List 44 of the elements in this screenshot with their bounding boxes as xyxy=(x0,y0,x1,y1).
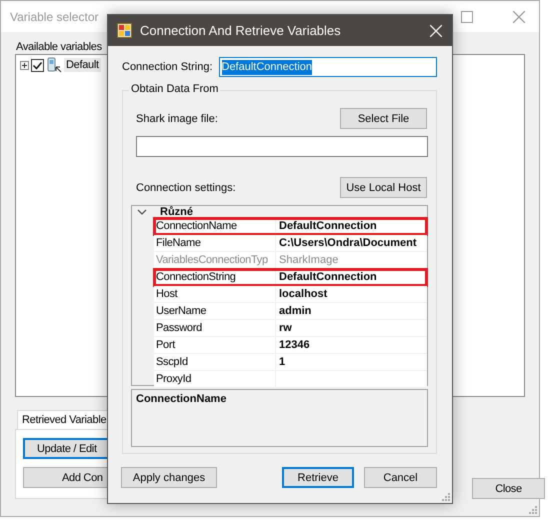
use-local-host-button[interactable]: Use Local Host xyxy=(340,177,427,198)
property-value[interactable]: localhost xyxy=(276,286,328,302)
property-name[interactable]: FileName xyxy=(154,235,276,251)
property-value[interactable]: C:\Users\Ondra\Document xyxy=(276,235,417,251)
dialog-title: Connection And Retrieve Variables xyxy=(140,23,342,38)
app-icon xyxy=(117,23,132,38)
property-value[interactable]: 12346 xyxy=(276,337,310,353)
property-name[interactable]: ConnectionString xyxy=(154,269,276,285)
checkbox[interactable] xyxy=(31,58,44,72)
property-name[interactable]: Password xyxy=(154,320,276,336)
description-title: ConnectionName xyxy=(136,393,226,405)
property-name[interactable]: Host xyxy=(154,286,276,302)
highlighted-row[interactable]: ConnectionName DefaultConnection xyxy=(154,218,427,235)
section-label: Available variables xyxy=(16,41,103,53)
close-button[interactable]: Close xyxy=(472,478,545,499)
expand-icon[interactable] xyxy=(20,60,29,70)
tree-item[interactable]: Default xyxy=(64,58,101,72)
property-value[interactable]: 1 xyxy=(276,354,286,370)
property-value[interactable]: DefaultConnection xyxy=(276,269,377,285)
highlighted-row[interactable]: ConnectionString DefaultConnection xyxy=(154,269,427,286)
property-name[interactable]: ConnectionName xyxy=(154,218,276,234)
group-title: Obtain Data From xyxy=(129,83,220,95)
field-label: Connection String: xyxy=(122,61,212,73)
window-title: Variable selector xyxy=(10,10,100,24)
property-name[interactable]: SscpId xyxy=(154,354,276,370)
input-field[interactable] xyxy=(136,136,428,157)
button[interactable]: Apply changes xyxy=(121,467,217,488)
chevron-icon[interactable] xyxy=(137,208,147,216)
field-label: Shark image file: xyxy=(136,112,218,124)
field-label: Connection settings: xyxy=(136,182,236,194)
property-name[interactable]: Port xyxy=(154,337,276,353)
property-value[interactable]: DefaultConnection xyxy=(276,218,377,234)
resize-grip-icon[interactable] xyxy=(528,505,537,514)
property-name[interactable]: UserName xyxy=(154,303,276,319)
category-title: Různé xyxy=(160,206,193,218)
property-value[interactable]: admin xyxy=(276,303,312,319)
resize-grip-icon[interactable] xyxy=(441,492,450,501)
button[interactable]: Cancel xyxy=(364,467,437,488)
select-file-button[interactable]: Select File xyxy=(340,108,427,129)
property-value[interactable]: rw xyxy=(276,320,292,336)
device-icon xyxy=(46,57,62,73)
maximize-icon[interactable] xyxy=(461,10,473,22)
button[interactable]: Retrieve xyxy=(282,467,354,488)
input-field[interactable]: DefaultConnection xyxy=(218,57,436,77)
